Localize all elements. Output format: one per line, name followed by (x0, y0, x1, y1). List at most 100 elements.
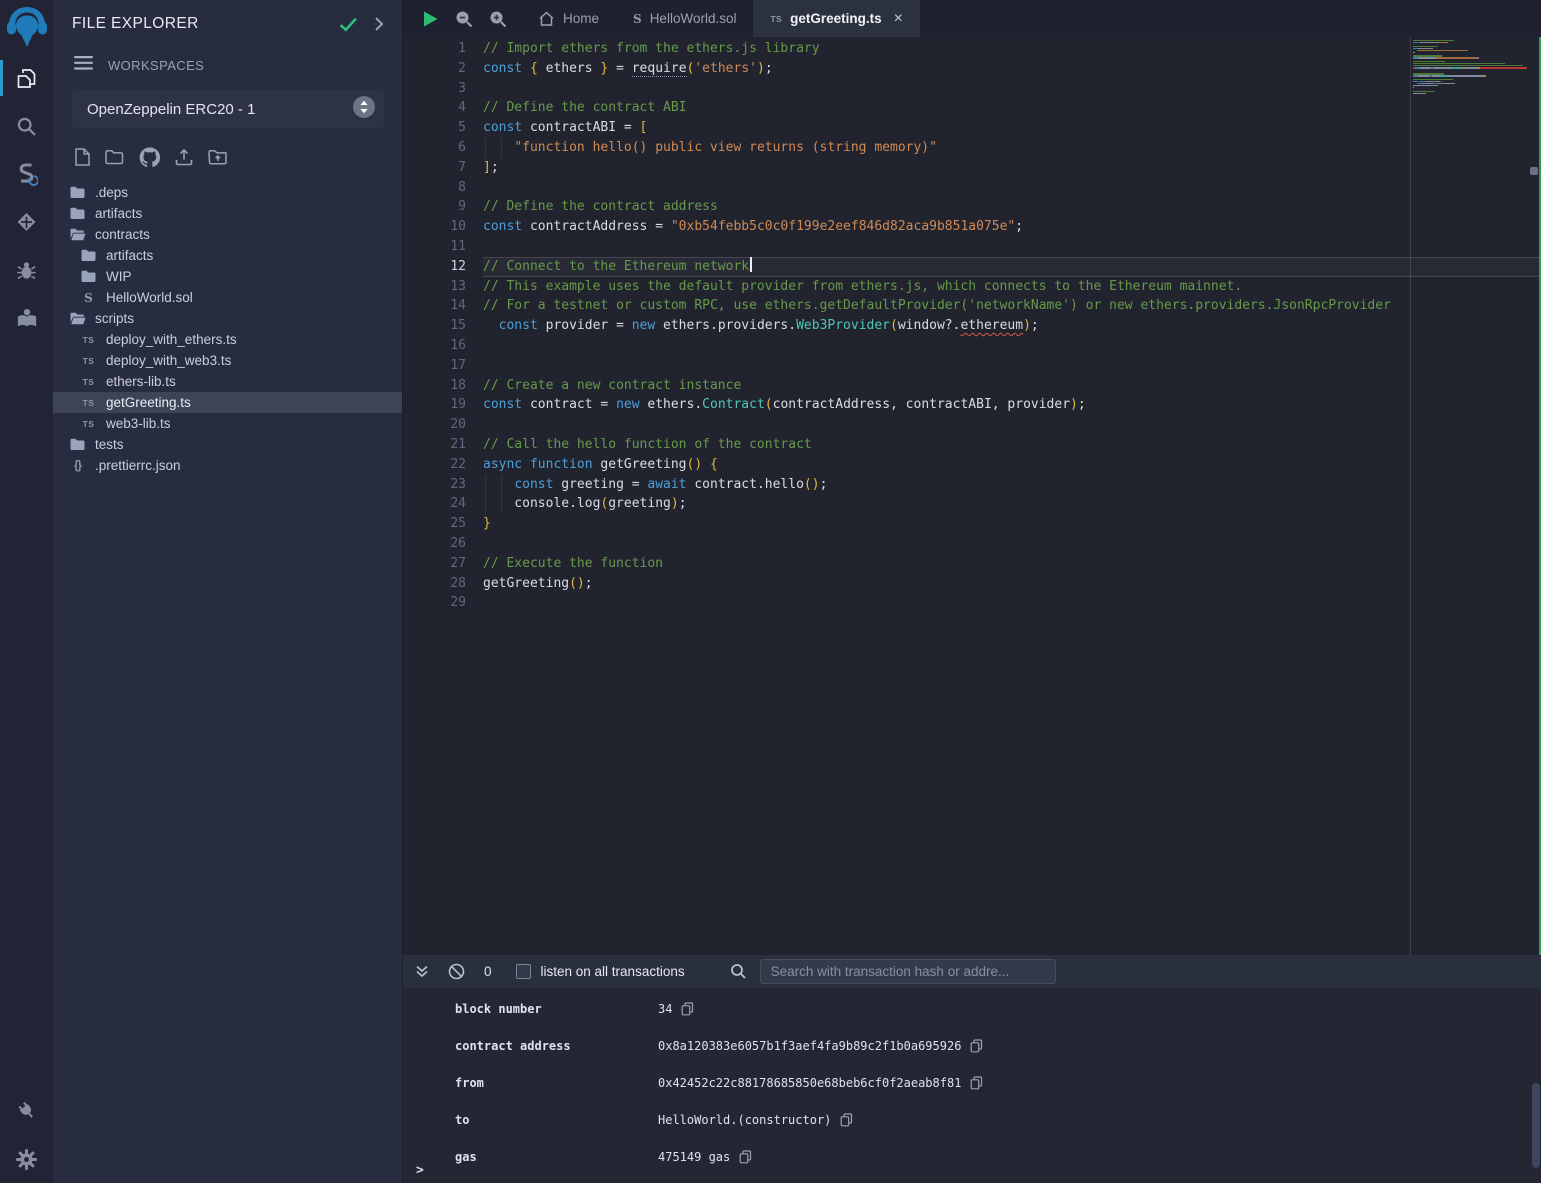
tab-label: Home (563, 11, 599, 26)
home-icon (538, 11, 555, 27)
line-number: 25 (403, 514, 483, 534)
plugin-manager-icon[interactable] (0, 1087, 53, 1135)
indent-guide (485, 494, 486, 514)
new-folder-icon[interactable] (105, 149, 124, 165)
code-line: const greeting = await contract.hello(); (483, 475, 1541, 495)
code-line (483, 178, 1541, 198)
terminal-search-input[interactable] (760, 959, 1056, 984)
line-number: 26 (403, 534, 483, 554)
run-script-button[interactable] (422, 10, 439, 28)
tab-helloworld-sol[interactable]: SHelloWorld.sol (616, 0, 753, 37)
code-line: const provider = new ethers.providers.We… (483, 316, 1541, 336)
detail-label: from (455, 1076, 658, 1090)
minimap[interactable] (1413, 37, 1527, 96)
tab-home[interactable]: Home (521, 0, 616, 37)
folder-icon (80, 270, 97, 283)
upload-file-icon[interactable] (175, 148, 193, 166)
tree-item[interactable]: SHelloWorld.sol (53, 287, 402, 308)
tree-item[interactable]: TSgetGreeting.ts (53, 392, 402, 413)
tree-item[interactable]: TSweb3-lib.ts (53, 413, 402, 434)
copy-icon[interactable] (681, 1002, 694, 1016)
folder-open-icon (69, 228, 86, 241)
terminal-output: block number34contract address0x8a120383… (403, 988, 1541, 1183)
tree-item[interactable]: {}.prettierrc.json (53, 455, 402, 476)
tree-item[interactable]: artifacts (53, 203, 402, 224)
detail-label: gas (455, 1150, 658, 1164)
new-file-icon[interactable] (75, 148, 90, 166)
tree-item-label: artifacts (106, 248, 153, 263)
code-line: // Define the contract address (483, 197, 1541, 217)
workspace-selected-value: OpenZeppelin ERC20 - 1 (87, 101, 353, 118)
workspace-stepper-icon[interactable] (353, 96, 375, 123)
code-line: "function hello() public view returns (s… (483, 138, 1541, 158)
detail-value: 475149 gas (658, 1150, 730, 1164)
terminal-clear-icon[interactable] (448, 963, 465, 980)
line-number: 8 (403, 178, 483, 198)
tree-item[interactable]: .deps (53, 182, 402, 203)
terminal-prompt[interactable]: > (416, 1163, 424, 1178)
settings-gear-icon[interactable] (0, 1135, 53, 1183)
code-editor[interactable]: 1234567891011121314151617181920212223242… (403, 37, 1541, 955)
tree-item[interactable]: artifacts (53, 245, 402, 266)
tree-item[interactable]: TSdeploy_with_web3.ts (53, 350, 402, 371)
tab-close-icon[interactable]: × (894, 10, 903, 28)
editor-scroll-thumb[interactable] (1530, 167, 1538, 175)
tab-label: HelloWorld.sol (650, 11, 737, 26)
search-icon[interactable] (0, 102, 53, 150)
debugger-icon[interactable] (0, 246, 53, 294)
terminal-scroll-thumb[interactable] (1532, 1083, 1540, 1168)
tab-getgreeting-ts[interactable]: TSgetGreeting.ts× (753, 0, 920, 37)
accept-check-icon[interactable] (339, 17, 358, 32)
code-area[interactable]: // Import ethers from the ethers.js libr… (483, 37, 1541, 955)
remix-ide: FILE EXPLORER WORKSPACES OpenZeppelin ER… (0, 0, 1541, 1183)
tree-item-label: .deps (95, 185, 128, 200)
file-tree: .depsartifactscontractsartifactsWIPSHell… (53, 182, 402, 476)
indent-guide (485, 475, 486, 495)
line-number: 13 (403, 277, 483, 297)
tree-item-label: scripts (95, 311, 134, 326)
workspace-select[interactable]: OpenZeppelin ERC20 - 1 (72, 90, 384, 128)
detail-value: 0x8a120383e6057b1f3aef4fa9b89c2f1b0a6959… (658, 1039, 961, 1053)
copy-icon[interactable] (970, 1076, 983, 1090)
deploy-and-run-icon[interactable] (0, 198, 53, 246)
indent-guide (501, 494, 502, 514)
line-number: 15 (403, 316, 483, 336)
ts-icon: TS (80, 419, 97, 429)
indent-guide (501, 475, 502, 495)
tab-list: Home SHelloWorld.solTSgetGreeting.ts× (521, 0, 920, 37)
editor-scrollbar[interactable] (1528, 37, 1541, 955)
learneth-icon[interactable] (0, 294, 53, 342)
sol-icon: S (80, 291, 97, 305)
zoom-out-icon[interactable] (455, 10, 473, 28)
clone-github-icon[interactable] (139, 147, 160, 167)
copy-icon[interactable] (970, 1039, 983, 1053)
tree-item[interactable]: TSethers-lib.ts (53, 371, 402, 392)
text-cursor (750, 257, 752, 272)
expand-chevron-icon[interactable] (374, 16, 384, 32)
tree-item[interactable]: contracts (53, 224, 402, 245)
file-actions-toolbar (75, 147, 402, 167)
remix-logo-icon[interactable] (0, 0, 53, 54)
line-number: 6 (403, 138, 483, 158)
listen-all-checkbox[interactable] (516, 964, 531, 979)
line-number: 18 (403, 376, 483, 396)
line-number: 20 (403, 415, 483, 435)
ts-icon: TS (80, 356, 97, 366)
solidity-compiler-icon[interactable] (0, 150, 53, 198)
copy-icon[interactable] (739, 1150, 752, 1164)
tree-item[interactable]: TSdeploy_with_ethers.ts (53, 329, 402, 350)
code-line (483, 415, 1541, 435)
terminal-collapse-icon[interactable] (415, 965, 429, 978)
tree-item[interactable]: scripts (53, 308, 402, 329)
upload-folder-icon[interactable] (208, 149, 227, 165)
folder-icon (80, 249, 97, 262)
workspaces-menu-icon[interactable] (74, 56, 93, 75)
tree-item[interactable]: WIP (53, 266, 402, 287)
copy-icon[interactable] (840, 1113, 853, 1127)
terminal-panel: 0 listen on all transactions block numbe… (403, 955, 1541, 1183)
tree-item[interactable]: tests (53, 434, 402, 455)
line-number: 1 (403, 39, 483, 59)
file-explorer-icon[interactable] (0, 54, 53, 102)
zoom-in-icon[interactable] (489, 10, 507, 28)
folder-icon (69, 186, 86, 199)
